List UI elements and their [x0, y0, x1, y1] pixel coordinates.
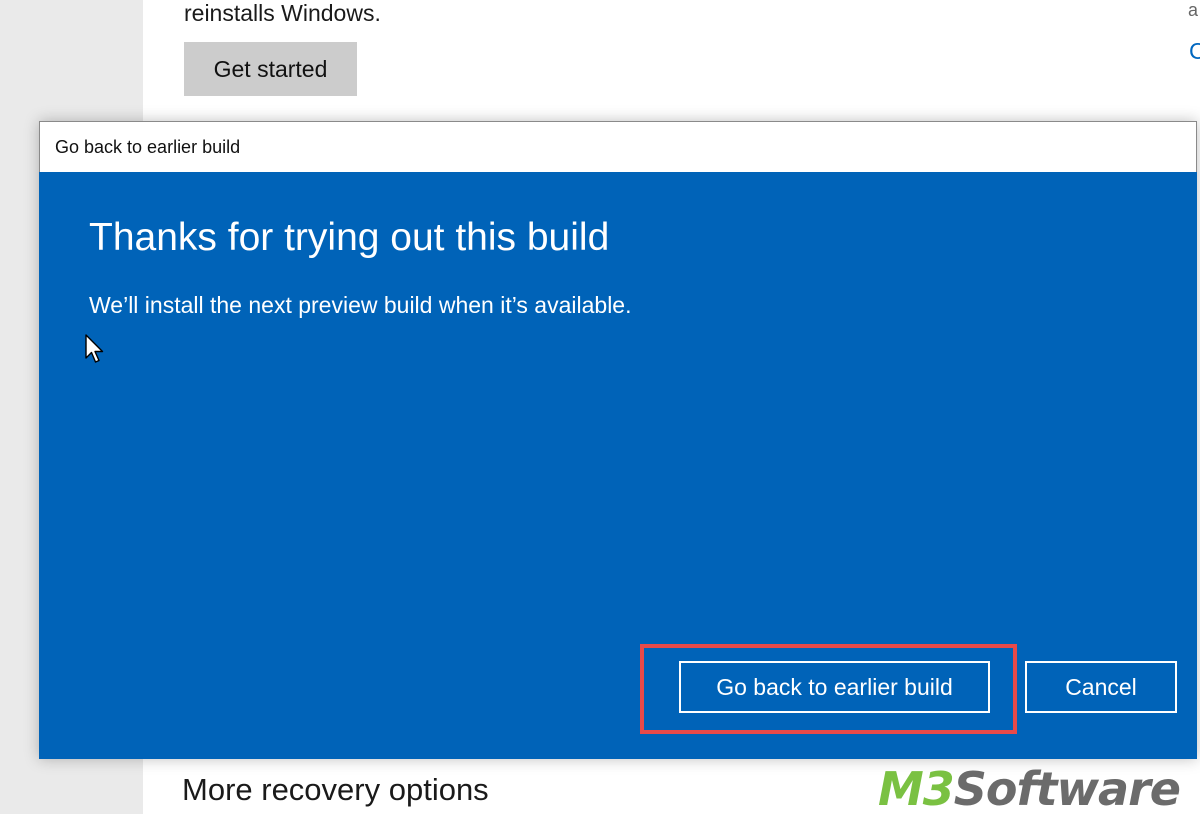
dialog-heading: Thanks for trying out this build	[89, 216, 610, 259]
watermark-suffix: Software	[953, 762, 1181, 816]
m3-software-watermark-logo: M3Software	[878, 762, 1181, 816]
go-back-to-earlier-build-button[interactable]: Go back to earlier build	[679, 661, 990, 713]
dialog-message: We’ll install the next preview build whe…	[89, 292, 632, 318]
edge-link-fragment[interactable]: C	[1189, 38, 1200, 65]
go-back-dialog: Go back to earlier build Thanks for tryi…	[39, 121, 1197, 759]
dialog-body: Thanks for trying out this build We’ll i…	[39, 172, 1197, 759]
mouse-pointer-icon	[85, 334, 104, 363]
dialog-title: Go back to earlier build	[55, 137, 241, 157]
watermark-prefix: M3	[878, 762, 955, 816]
edge-text-fragment: a	[1188, 0, 1199, 20]
cancel-button[interactable]: Cancel	[1025, 661, 1177, 713]
dialog-titlebar[interactable]: Go back to earlier build	[39, 121, 1197, 172]
more-recovery-options-heading: More recovery options	[182, 772, 489, 807]
reset-description-text: reinstalls Windows.	[184, 0, 381, 26]
get-started-button[interactable]: Get started	[184, 42, 357, 96]
